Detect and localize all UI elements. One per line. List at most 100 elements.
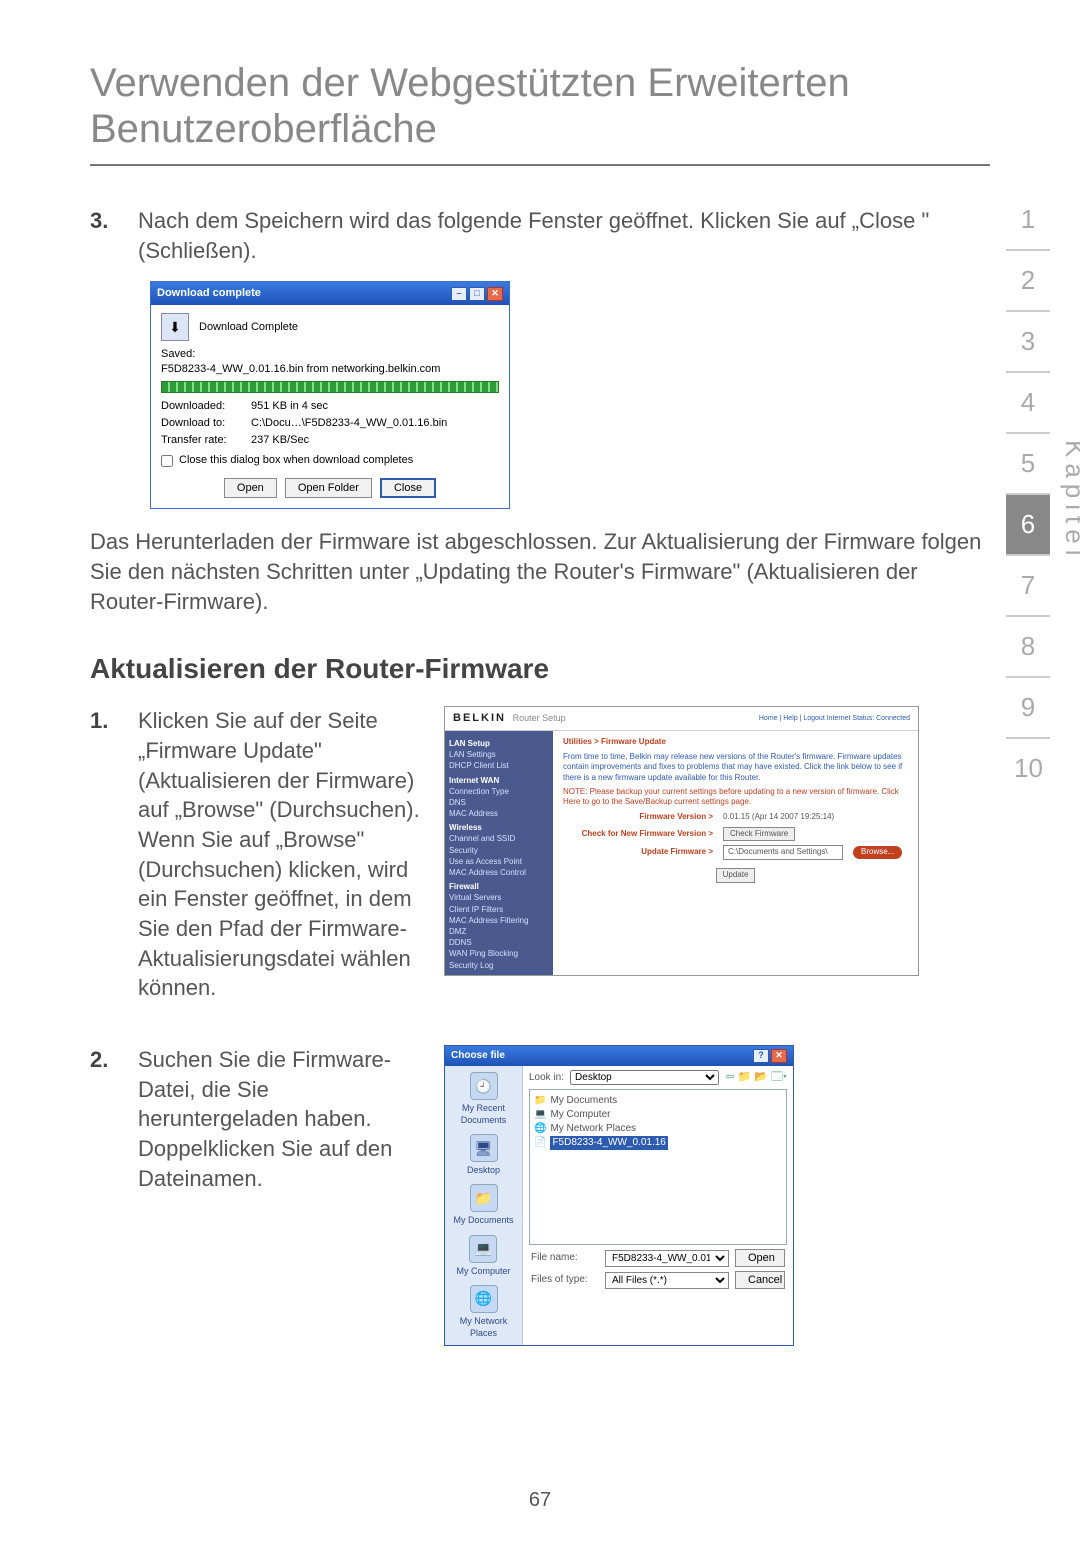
nav-lan-items[interactable]: LAN Settings DHCP Client List — [449, 749, 549, 771]
choose-file-dialog: Choose file ? ✕ 🕘My Recent Documents 🖥De… — [444, 1045, 794, 1346]
window-close-button[interactable]: ✕ — [487, 287, 503, 301]
fw-version-value: 0.01.15 (Apr 14 2007 19:25:14) — [723, 812, 834, 823]
progress-bar — [161, 381, 499, 393]
browse-button[interactable]: Browse... — [853, 846, 902, 859]
step-number: 1. — [90, 706, 138, 1003]
filetype-select[interactable]: All Files (*.*) — [605, 1272, 729, 1289]
step-text: Klicken Sie auf der Seite „Firmware Upda… — [138, 706, 420, 1003]
chapter-tab-8[interactable]: 8 — [1006, 617, 1050, 678]
chapter-tab-1[interactable]: 1 — [1006, 190, 1050, 251]
downloaded-value: 951 KB in 4 sec — [251, 399, 499, 414]
nav-utilities-header[interactable]: Utilities — [449, 974, 549, 976]
place-recent[interactable]: 🕘 My Recent Documents — [447, 1072, 520, 1126]
nav-firewall-items[interactable]: Virtual Servers Client IP Filters MAC Ad… — [449, 892, 549, 970]
check-firmware-button[interactable]: Check Firmware — [723, 827, 795, 842]
nav-lan-header[interactable]: LAN Setup — [449, 738, 549, 749]
breadcrumb: Utilities > Firmware Update — [563, 737, 908, 748]
dialog-title: Download complete — [157, 286, 261, 301]
list-item: 📄 F5D8233-4_WW_0.01.16 — [534, 1136, 782, 1150]
chapter-label: Kapitel — [1059, 440, 1080, 562]
close-checkbox-input[interactable] — [161, 455, 173, 467]
file-icon: 📄 — [534, 1136, 546, 1150]
chapter-tab-5[interactable]: 5 — [1006, 434, 1050, 495]
chapter-tab-7[interactable]: 7 — [1006, 556, 1050, 617]
list-item: 📁My Documents — [534, 1094, 782, 1108]
open-button[interactable]: Open — [224, 478, 277, 498]
network-icon: 🌐 — [534, 1122, 546, 1136]
firmware-path-field[interactable]: C:\Documents and Settings\ — [723, 845, 843, 860]
places-bar: 🕘 My Recent Documents 🖥 Desktop 📁My Docume… — [445, 1066, 523, 1345]
file-list[interactable]: 📁My Documents 💻 My Computer 🌐My Network P… — [529, 1089, 787, 1245]
update-button[interactable]: Update — [716, 868, 756, 883]
after-download-paragraph: Das Herunterladen der Firmware ist abges… — [90, 527, 990, 616]
place-label: My Network Places — [460, 1316, 508, 1338]
network-icon: 🌐 — [470, 1285, 498, 1313]
nav-wan-items[interactable]: Connection Type DNS MAC Address — [449, 786, 549, 820]
desktop-icon: 🖥 — [470, 1134, 498, 1162]
chapter-tab-6[interactable]: 6 — [1006, 495, 1050, 556]
check-fw-label: Check for New Firmware Version > — [563, 829, 713, 840]
nav-wireless-items[interactable]: Channel and SSID Security Use as Access … — [449, 833, 549, 878]
maximize-button[interactable]: □ — [469, 287, 485, 301]
step-2: 2. Suchen Sie die Firmware-Datei, die Si… — [90, 1045, 420, 1193]
section-heading: Aktualisieren der Router-Firmware — [90, 650, 990, 688]
help-button[interactable]: ? — [753, 1049, 769, 1063]
downloaded-label: Downloaded: — [161, 399, 251, 414]
firmware-description: From time to time, Belkin may release ne… — [563, 752, 908, 783]
saved-value: F5D8233-4_WW_0.01.16.bin from networking… — [161, 362, 499, 377]
place-label: My Recent Documents — [461, 1103, 507, 1125]
cancel-button[interactable]: Cancel — [735, 1271, 785, 1289]
page-number: 67 — [0, 1489, 1080, 1512]
chapter-tab-2[interactable]: 2 — [1006, 251, 1050, 312]
update-fw-label: Update Firmware > — [563, 847, 713, 858]
minimize-button[interactable]: – — [451, 287, 467, 301]
page-title: Verwenden der Webgestützten Erweiterten … — [90, 60, 990, 152]
close-when-done-checkbox[interactable]: Close this dialog box when download comp… — [161, 453, 499, 468]
item-label: My Computer — [550, 1108, 610, 1122]
close-button[interactable]: Close — [380, 478, 436, 498]
place-label: My Documents — [453, 1215, 513, 1225]
list-item: 💻 My Computer — [534, 1108, 782, 1122]
router-setup-label: Router Setup — [513, 713, 566, 723]
list-item: 🌐My Network Places — [534, 1122, 782, 1136]
download-icon: ⬇ — [161, 313, 189, 341]
close-checkbox-label: Close this dialog box when download comp… — [179, 453, 413, 468]
step-number: 2. — [90, 1045, 138, 1193]
lookin-select[interactable]: Desktop — [570, 1070, 719, 1085]
place-documents[interactable]: 📁My Documents — [453, 1184, 513, 1226]
place-label: Desktop — [467, 1165, 500, 1175]
chapter-tab-3[interactable]: 3 — [1006, 312, 1050, 373]
place-desktop[interactable]: 🖥 Desktop — [467, 1134, 500, 1176]
window-close-button[interactable]: ✕ — [771, 1049, 787, 1063]
place-network[interactable]: 🌐 My Network Places — [447, 1285, 520, 1339]
fw-version-label: Firmware Version > — [563, 812, 713, 823]
step-1: 1. Klicken Sie auf der Seite „Firmware U… — [90, 706, 420, 1003]
computer-icon: 💻 — [534, 1108, 546, 1122]
place-label: My Computer — [456, 1266, 510, 1276]
open-folder-button[interactable]: Open Folder — [285, 478, 372, 498]
recent-icon: 🕘 — [470, 1072, 498, 1100]
nav-wan-header[interactable]: Internet WAN — [449, 775, 549, 786]
rate-label: Transfer rate: — [161, 433, 251, 448]
chapter-tab-4[interactable]: 4 — [1006, 373, 1050, 434]
chapter-tabs: 1 2 3 4 5 6 7 8 9 10 — [1006, 190, 1050, 798]
downloadto-value: C:\Docu…\F5D8233-4_WW_0.01.16.bin — [251, 416, 499, 431]
belkin-logo: BELKIN — [453, 712, 506, 724]
chapter-tab-9[interactable]: 9 — [1006, 678, 1050, 739]
filename-field[interactable]: F5D8233-4_WW_0.01.16 — [605, 1250, 729, 1267]
item-label-selected: F5D8233-4_WW_0.01.16 — [550, 1136, 667, 1150]
nav-wireless-header[interactable]: Wireless — [449, 822, 549, 833]
nav-firewall-header[interactable]: Firewall — [449, 881, 549, 892]
filename-label: File name: — [531, 1251, 599, 1265]
file-toolbar[interactable]: ⇦ 📁 📂 🗔▾ — [725, 1070, 787, 1085]
filetype-label: Files of type: — [531, 1273, 599, 1287]
chapter-tab-10[interactable]: 10 — [1006, 739, 1050, 798]
top-links[interactable]: Home | Help | Logout Internet Status: Co… — [759, 714, 910, 723]
place-computer[interactable]: 💻 My Computer — [456, 1235, 510, 1277]
download-heading: Download Complete — [199, 320, 298, 335]
step-text: Suchen Sie die Firmware-Datei, die Sie h… — [138, 1045, 420, 1193]
computer-icon: 💻 — [469, 1235, 497, 1263]
router-admin-screenshot: BELKIN Router Setup Home | Help | Logout… — [444, 706, 919, 976]
dialog-titlebar: Download complete – □ ✕ — [151, 282, 509, 305]
open-file-button[interactable]: Open — [735, 1249, 785, 1267]
